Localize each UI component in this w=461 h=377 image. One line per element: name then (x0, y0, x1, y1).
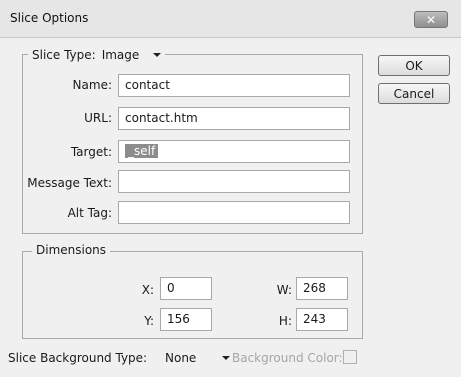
w-value: 268 (303, 281, 326, 295)
background-color-swatch[interactable] (343, 350, 357, 364)
x-value: 0 (167, 281, 175, 295)
dimensions-legend: Dimensions (32, 243, 111, 259)
dropdown-arrow-icon (222, 356, 231, 360)
slice-background-type-value: None (165, 351, 197, 365)
cancel-button-label: Cancel (393, 86, 435, 101)
close-icon: ✕ (425, 12, 437, 27)
message-text-label: Message Text: (27, 176, 112, 190)
h-label: H: (278, 314, 292, 328)
background-color-label: Background Color: (232, 351, 343, 365)
cancel-button[interactable]: Cancel (378, 83, 450, 104)
name-field[interactable]: contact (118, 74, 350, 97)
x-field[interactable]: 0 (160, 277, 212, 300)
h-field[interactable]: 243 (296, 308, 348, 331)
dropdown-arrow-icon (153, 53, 162, 57)
slice-background-type-dropdown[interactable]: None (165, 351, 231, 365)
window-title: Slice Options (10, 11, 89, 25)
w-label: W: (276, 283, 292, 297)
slice-type-value: Image (101, 48, 140, 62)
name-value: contact (125, 78, 170, 92)
y-value: 156 (167, 312, 190, 326)
url-field[interactable]: contact.htm (118, 107, 350, 130)
url-label: URL: (84, 111, 112, 125)
url-value: contact.htm (125, 111, 198, 125)
alt-tag-label: Alt Tag: (67, 206, 112, 220)
slice-background-type-label: Slice Background Type: (8, 351, 148, 365)
target-value: _self (125, 144, 159, 158)
close-button[interactable]: ✕ (414, 11, 448, 28)
slice-type-label: Slice Type: (32, 48, 96, 62)
ok-button[interactable]: OK (378, 55, 450, 76)
name-label: Name: (72, 78, 112, 92)
y-field[interactable]: 156 (160, 308, 212, 331)
ok-button-label: OK (405, 58, 423, 73)
slice-type-dropdown[interactable]: Image (102, 48, 162, 62)
h-value: 243 (303, 312, 326, 326)
slice-type-legend: Slice Type: Image (28, 46, 166, 64)
w-field[interactable]: 268 (296, 277, 348, 300)
target-label: Target: (70, 145, 112, 159)
alt-tag-field[interactable] (118, 201, 350, 224)
message-text-field[interactable] (118, 170, 350, 193)
x-label: X: (141, 283, 154, 297)
y-label: Y: (144, 314, 154, 328)
target-field[interactable]: _self (118, 140, 350, 163)
